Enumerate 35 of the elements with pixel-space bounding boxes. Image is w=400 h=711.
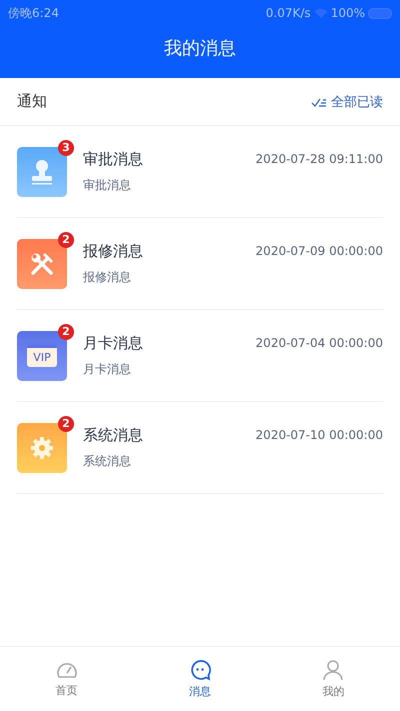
message-time: 2020-07-28 09:11:00 [256, 152, 383, 166]
unread-count-badge: 2 [58, 416, 74, 432]
battery-icon [368, 8, 392, 18]
unread-count-badge: 2 [58, 324, 74, 340]
message-time: 2020-07-04 00:00:00 [256, 336, 383, 350]
unread-count-badge: 2 [58, 232, 74, 248]
battery-level: 100% [330, 6, 365, 20]
vip-card-label: VIP [27, 344, 57, 366]
message-preview: 审批消息 [83, 176, 132, 194]
person-icon [322, 659, 344, 681]
message-preview: 报修消息 [83, 268, 132, 286]
message-title: 报修消息 [83, 242, 143, 260]
mark-all-read-button[interactable]: 全部已读 [311, 92, 383, 110]
status-time: 傍晚6:24 [8, 4, 59, 22]
section-title: 通知 [17, 92, 47, 111]
unread-count-badge: 3 [58, 140, 74, 156]
message-time: 2020-07-10 00:00:00 [256, 428, 383, 442]
message-time: 2020-07-09 00:00:00 [256, 244, 383, 258]
tab-item[interactable]: 首页 [0, 647, 134, 711]
chat-bubble-icon [188, 659, 211, 681]
message-title: 系统消息 [83, 426, 143, 444]
message-item[interactable]: 2 报修消息 2020-07-09 00:00:00 报修消息 [17, 218, 383, 310]
network-speed: 0.07K/s [266, 6, 311, 20]
tab-item[interactable]: 我的 [266, 647, 400, 711]
message-item[interactable]: 2 系统消息 2020-07-10 00:00:00 系统消息 [17, 402, 383, 494]
message-preview: 月卡消息 [83, 360, 132, 378]
message-title: 审批消息 [83, 150, 143, 168]
tab-item[interactable]: 消息 [133, 647, 267, 711]
message-preview: 系统消息 [83, 452, 132, 470]
wifi-icon [314, 8, 328, 18]
speedometer-icon [56, 660, 78, 680]
message-title: 月卡消息 [83, 334, 143, 352]
message-item[interactable]: 3 审批消息 2020-07-28 09:11:00 审批消息 [17, 126, 383, 218]
page-title: 我的消息 [163, 37, 237, 61]
message-item[interactable]: VIP 2 月卡消息 2020-07-04 00:00:00 月卡消息 [17, 310, 383, 402]
